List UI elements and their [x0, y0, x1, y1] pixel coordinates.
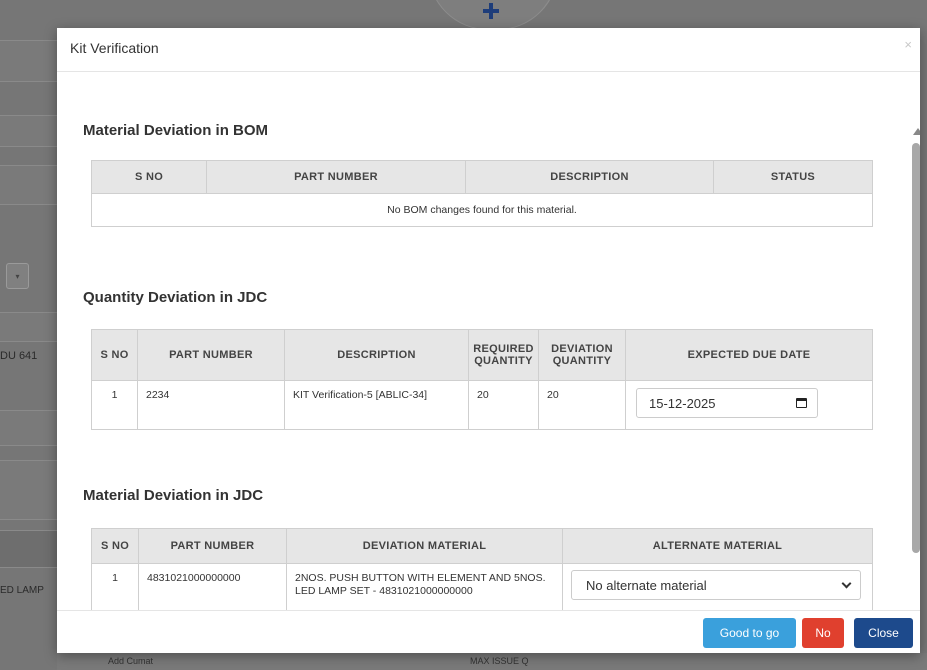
- good-to-go-button[interactable]: Good to go: [703, 618, 796, 648]
- kit-verification-modal: Kit Verification × Material Deviation in…: [57, 28, 920, 653]
- background-row: [0, 40, 57, 82]
- column-header: PART NUMBER: [138, 528, 287, 564]
- cell-alternate-material: No alternate material: [562, 563, 873, 610]
- background-row: [0, 165, 57, 205]
- scroll-up-arrow-icon[interactable]: [913, 128, 920, 135]
- modal-title: Kit Verification: [70, 40, 159, 56]
- header-label: S NO: [100, 349, 129, 361]
- column-header: S NO: [91, 329, 138, 381]
- table-row: No BOM changes found for this material.: [91, 193, 873, 227]
- column-header: ALTERNATE MATERIAL: [562, 528, 873, 564]
- cell-description: KIT Verification-5 [ABLIC-34]: [284, 380, 469, 430]
- table-header-row: S NO PART NUMBER DEVIATION MATERIAL ALTE…: [91, 528, 873, 564]
- material-table: S NO PART NUMBER DEVIATION MATERIAL ALTE…: [91, 528, 873, 610]
- quantity-table: S NO PART NUMBER DESCRIPTION REQUIRED QU…: [91, 329, 873, 430]
- column-header: EXPECTED DUE DATE: [625, 329, 873, 381]
- background-label: ED LAMP: [0, 585, 44, 596]
- modal-header: Kit Verification ×: [57, 28, 920, 72]
- background-row: [0, 115, 57, 147]
- column-header: S NO: [91, 528, 139, 564]
- column-header: PART NUMBER: [137, 329, 285, 381]
- column-header: DESCRIPTION: [284, 329, 469, 381]
- material-section-title: Material Deviation in JDC: [83, 487, 264, 504]
- table-row: 1 2234 KIT Verification-5 [ABLIC-34] 20 …: [91, 380, 873, 430]
- column-header: DEVIATION QUANTITY: [538, 329, 626, 381]
- cell-deviation-quantity: 20: [538, 380, 626, 430]
- table-header-row: S NO PART NUMBER DESCRIPTION STATUS: [91, 160, 873, 194]
- due-date-value: 15-12-2025: [649, 395, 716, 411]
- cell-sno: 1: [91, 563, 139, 610]
- modal-footer: Good to go No Close: [57, 610, 920, 653]
- background-label: MAX ISSUE Q: [470, 656, 529, 666]
- background-row: [0, 530, 57, 568]
- due-date-input[interactable]: 15-12-2025: [636, 388, 818, 418]
- cell-deviation-material: 2NOS. PUSH BUTTON WITH ELEMENT AND 5NOS.…: [286, 563, 563, 610]
- column-header: S NO: [91, 160, 207, 194]
- column-header: DEVIATION MATERIAL: [286, 528, 563, 564]
- alternate-material-value: No alternate material: [586, 577, 707, 593]
- close-icon[interactable]: ×: [904, 37, 912, 52]
- column-header: REQUIRED QUANTITY: [468, 329, 539, 381]
- cell-part-number: 4831021000000000: [138, 563, 287, 610]
- cell-sno: 1: [91, 380, 138, 430]
- no-button[interactable]: No: [802, 618, 844, 648]
- bom-table: S NO PART NUMBER DESCRIPTION STATUS No B…: [91, 160, 873, 227]
- table-row: 1 4831021000000000 2NOS. PUSH BUTTON WIT…: [91, 563, 873, 610]
- background-select[interactable]: ▾: [6, 263, 29, 289]
- background-row: [0, 410, 57, 446]
- background-right-edge: [920, 0, 927, 670]
- alternate-material-select[interactable]: No alternate material: [571, 570, 861, 600]
- empty-message: No BOM changes found for this material.: [91, 193, 873, 227]
- bom-section-title: Material Deviation in BOM: [83, 122, 269, 139]
- table-header-row: S NO PART NUMBER DESCRIPTION REQUIRED QU…: [91, 329, 873, 381]
- modal-body: Material Deviation in BOM S NO PART NUMB…: [57, 73, 920, 610]
- background-row: [0, 312, 57, 342]
- column-header: STATUS: [713, 160, 873, 194]
- chevron-down-icon: [841, 578, 852, 588]
- column-header: DESCRIPTION: [465, 160, 714, 194]
- cell-due-date: 15-12-2025: [625, 380, 873, 430]
- background-label: Add Cumat: [108, 656, 154, 666]
- background-label: DU 641: [0, 350, 38, 362]
- close-button[interactable]: Close: [854, 618, 913, 648]
- scrollbar-thumb[interactable]: [912, 143, 920, 553]
- cell-required-quantity: 20: [468, 380, 539, 430]
- plus-icon: [483, 3, 499, 19]
- background-row: [0, 460, 57, 520]
- cell-part-number: 2234: [137, 380, 285, 430]
- column-header: PART NUMBER: [206, 160, 466, 194]
- qty-section-title: Quantity Deviation in JDC: [83, 289, 268, 306]
- calendar-icon[interactable]: [796, 398, 807, 408]
